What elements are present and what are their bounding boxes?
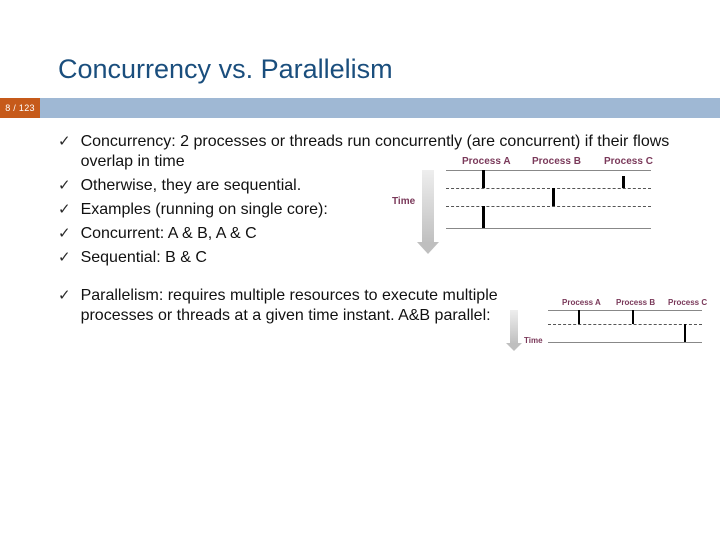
bullet-text: Examples (running on single core): xyxy=(81,200,328,220)
bullet-text: Parallelism: requires multiple resources… xyxy=(81,286,511,326)
time-arrow-icon xyxy=(422,170,434,244)
title-underline-band xyxy=(0,98,720,118)
parallelism-diagram: Process A Process B Process C Time xyxy=(500,298,710,366)
checkmark-icon: ✓ xyxy=(58,176,71,196)
process-b-header: Process B xyxy=(532,156,581,167)
process-c-header: Process C xyxy=(604,156,653,167)
checkmark-icon: ✓ xyxy=(58,132,71,152)
process-a-segment xyxy=(482,206,485,228)
grid-line xyxy=(548,310,702,311)
checkmark-icon: ✓ xyxy=(58,224,71,244)
grid-line xyxy=(446,170,651,171)
grid-line xyxy=(446,188,651,189)
process-c-segment xyxy=(622,176,625,188)
process-a-header: Process A xyxy=(562,298,601,307)
grid-line xyxy=(446,206,651,207)
process-a-segment xyxy=(482,170,485,188)
bullet-text: Sequential: B & C xyxy=(81,248,207,268)
page-number-badge: 8 / 123 xyxy=(0,98,40,118)
process-c-segment xyxy=(684,324,686,342)
process-c-header: Process C xyxy=(668,298,707,307)
process-a-segment xyxy=(578,310,580,324)
slide-title: Concurrency vs. Parallelism xyxy=(58,54,393,85)
time-axis-label: Time xyxy=(524,336,543,345)
bullet-text: Otherwise, they are sequential. xyxy=(81,176,302,196)
concurrency-diagram: Process A Process B Process C Time xyxy=(392,156,658,250)
process-a-header: Process A xyxy=(462,156,511,167)
checkmark-icon: ✓ xyxy=(58,286,71,306)
grid-line xyxy=(446,228,651,229)
checkmark-icon: ✓ xyxy=(58,200,71,220)
grid-line xyxy=(548,342,702,343)
time-axis-label: Time xyxy=(392,196,415,207)
slide: Concurrency vs. Parallelism 8 / 123 ✓ Co… xyxy=(0,0,720,540)
checkmark-icon: ✓ xyxy=(58,248,71,268)
process-b-segment xyxy=(552,188,555,206)
time-arrow-icon xyxy=(510,310,518,344)
grid-line xyxy=(548,324,702,325)
process-b-segment xyxy=(632,310,634,324)
bullet-text: Concurrent: A & B, A & C xyxy=(81,224,257,244)
list-item: ✓ Sequential: B & C xyxy=(58,248,678,268)
process-b-header: Process B xyxy=(616,298,655,307)
